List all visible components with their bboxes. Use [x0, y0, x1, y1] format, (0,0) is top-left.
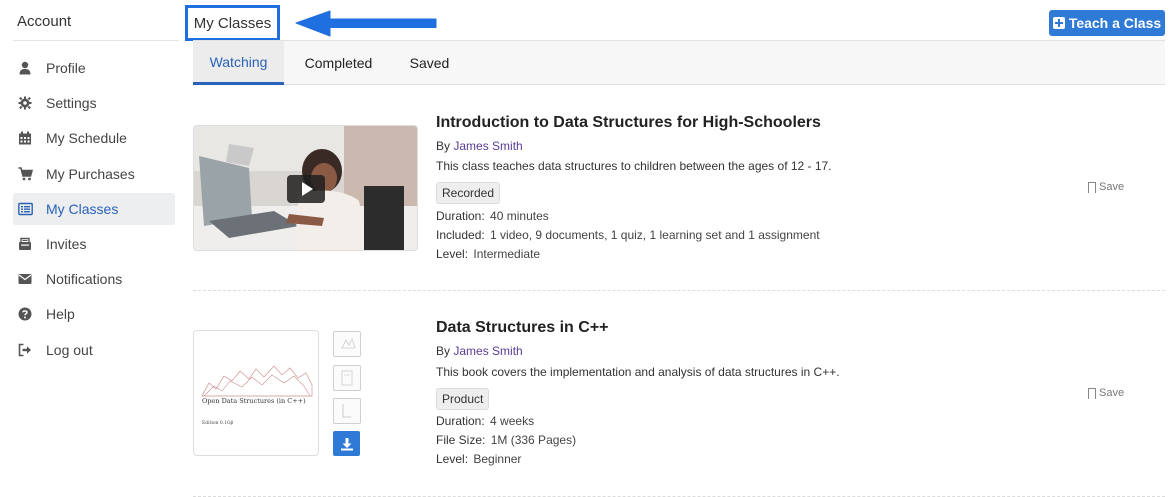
sidebar-item-label: Help [46, 306, 75, 323]
cart-icon [17, 166, 33, 182]
sidebar-item-label: Invites [46, 235, 87, 252]
type-badge: Recorded [436, 182, 501, 204]
sidebar-item-label: My Purchases [46, 165, 135, 182]
card-divider [193, 290, 1165, 291]
save-button[interactable]: Save [1088, 387, 1125, 400]
sidebar-nav: Profile Settings My Schedule My Purchase… [13, 52, 175, 369]
meta-file-size: File Size: 1M (336 Pages) [436, 433, 576, 447]
class-title[interactable]: Introduction to Data Structures for High… [436, 114, 821, 132]
author-link[interactable]: James Smith [453, 344, 522, 358]
gear-icon [17, 95, 33, 111]
meta-value: 40 minutes [490, 209, 549, 223]
class-card: Open Data Structures (in C++) Edition 0.… [193, 319, 1165, 480]
teach-a-class-label: Teach a Class [1068, 15, 1162, 31]
class-tabs: Watching Completed Saved [193, 41, 1165, 85]
class-title[interactable]: Data Structures in C++ [436, 319, 609, 337]
book-cover[interactable]: Open Data Structures (in C++) Edition 0.… [193, 330, 319, 456]
bookmark-icon [1088, 181, 1096, 194]
by-line: By James Smith [436, 139, 523, 153]
sidebar-item-label: My Schedule [46, 130, 127, 147]
author-link[interactable]: James Smith [453, 139, 522, 153]
meta-level: Level: Intermediate [436, 247, 540, 261]
envelope-icon [17, 271, 33, 287]
download-icon [340, 437, 353, 450]
page-thumbnail[interactable] [333, 398, 361, 424]
meta-key: Level: [436, 247, 469, 261]
play-button[interactable] [287, 175, 325, 203]
list-icon [17, 201, 33, 217]
meta-value: 1 video, 9 documents, 1 quiz, 1 learning… [490, 228, 820, 242]
logout-icon [17, 342, 33, 358]
cover-title: Open Data Structures (in C++) [202, 397, 306, 405]
meta-included: Included: 1 video, 9 documents, 1 quiz, … [436, 228, 820, 242]
class-card: Introduction to Data Structures for High… [193, 114, 1165, 275]
meta-duration: Duration: 4 weeks [436, 414, 534, 428]
inbox-icon [17, 236, 33, 252]
by-label: By [436, 139, 451, 153]
sidebar-item-profile[interactable]: Profile [13, 52, 175, 84]
sidebar-item-label: Settings [46, 95, 97, 112]
meta-level: Level: Beginner [436, 452, 521, 466]
by-line: By James Smith [436, 344, 523, 358]
sidebar-item-invites[interactable]: Invites [13, 228, 175, 260]
question-icon [17, 306, 33, 322]
meta-value: Beginner [473, 452, 522, 466]
page-thumbnail[interactable] [333, 331, 361, 357]
page-title: My Classes [193, 14, 272, 32]
video-thumbnail[interactable] [193, 125, 418, 251]
type-badge: Product [436, 388, 490, 410]
meta-key: Included: [436, 228, 485, 242]
page-thumbnail-image [341, 337, 356, 349]
cover-edition: Edition 0.1Gβ [202, 421, 234, 426]
download-button[interactable] [333, 431, 360, 456]
page-thumbnail-image [342, 404, 351, 418]
page-thumbnail-image [341, 370, 353, 386]
tab-watching[interactable]: Watching [193, 41, 284, 85]
sidebar-item-label: My Classes [46, 200, 119, 217]
sidebar-item-label: Profile [46, 60, 86, 76]
tab-completed[interactable]: Completed [284, 41, 393, 85]
bookmark-icon [1088, 387, 1096, 400]
sidebar-item-my-purchases[interactable]: My Purchases [13, 158, 175, 190]
annotation-arrow-icon [295, 10, 437, 37]
class-description: This class teaches data structures to ch… [436, 159, 832, 173]
tab-saved[interactable]: Saved [393, 41, 466, 85]
teach-a-class-button[interactable]: Teach a Class [1049, 10, 1165, 36]
sidebar-divider [13, 40, 179, 41]
save-label: Save [1099, 387, 1125, 399]
play-icon [302, 182, 313, 196]
meta-value: 1M (336 Pages) [490, 433, 577, 447]
sidebar: Account Profile Settings My Schedule My … [0, 0, 186, 497]
sidebar-item-label: Log out [46, 341, 93, 358]
sidebar-item-my-schedule[interactable]: My Schedule [13, 122, 175, 154]
user-icon [17, 60, 33, 76]
page-title-highlight: My Classes [185, 5, 280, 41]
meta-key: Duration: [436, 209, 485, 223]
meta-value: Intermediate [473, 247, 541, 261]
save-button[interactable]: Save [1088, 181, 1125, 194]
calendar-icon [17, 130, 33, 146]
meta-key: Level: [436, 452, 469, 466]
class-description: This book covers the implementation and … [436, 365, 840, 379]
sidebar-item-notifications[interactable]: Notifications [13, 263, 175, 295]
page-thumbnail[interactable] [333, 365, 361, 391]
meta-value: 4 weeks [490, 414, 535, 428]
meta-key: Duration: [436, 414, 485, 428]
sidebar-item-my-classes[interactable]: My Classes [13, 192, 175, 225]
plus-square-icon [1052, 17, 1065, 29]
by-label: By [436, 344, 451, 358]
sidebar-title: Account [17, 13, 72, 30]
meta-duration: Duration: 40 minutes [436, 209, 549, 223]
sidebar-item-help[interactable]: Help [13, 298, 175, 330]
meta-key: File Size: [436, 433, 486, 447]
save-label: Save [1099, 181, 1125, 193]
sidebar-item-label: Notifications [46, 271, 123, 288]
sidebar-item-settings[interactable]: Settings [13, 87, 175, 119]
sidebar-item-log-out[interactable]: Log out [13, 334, 175, 366]
